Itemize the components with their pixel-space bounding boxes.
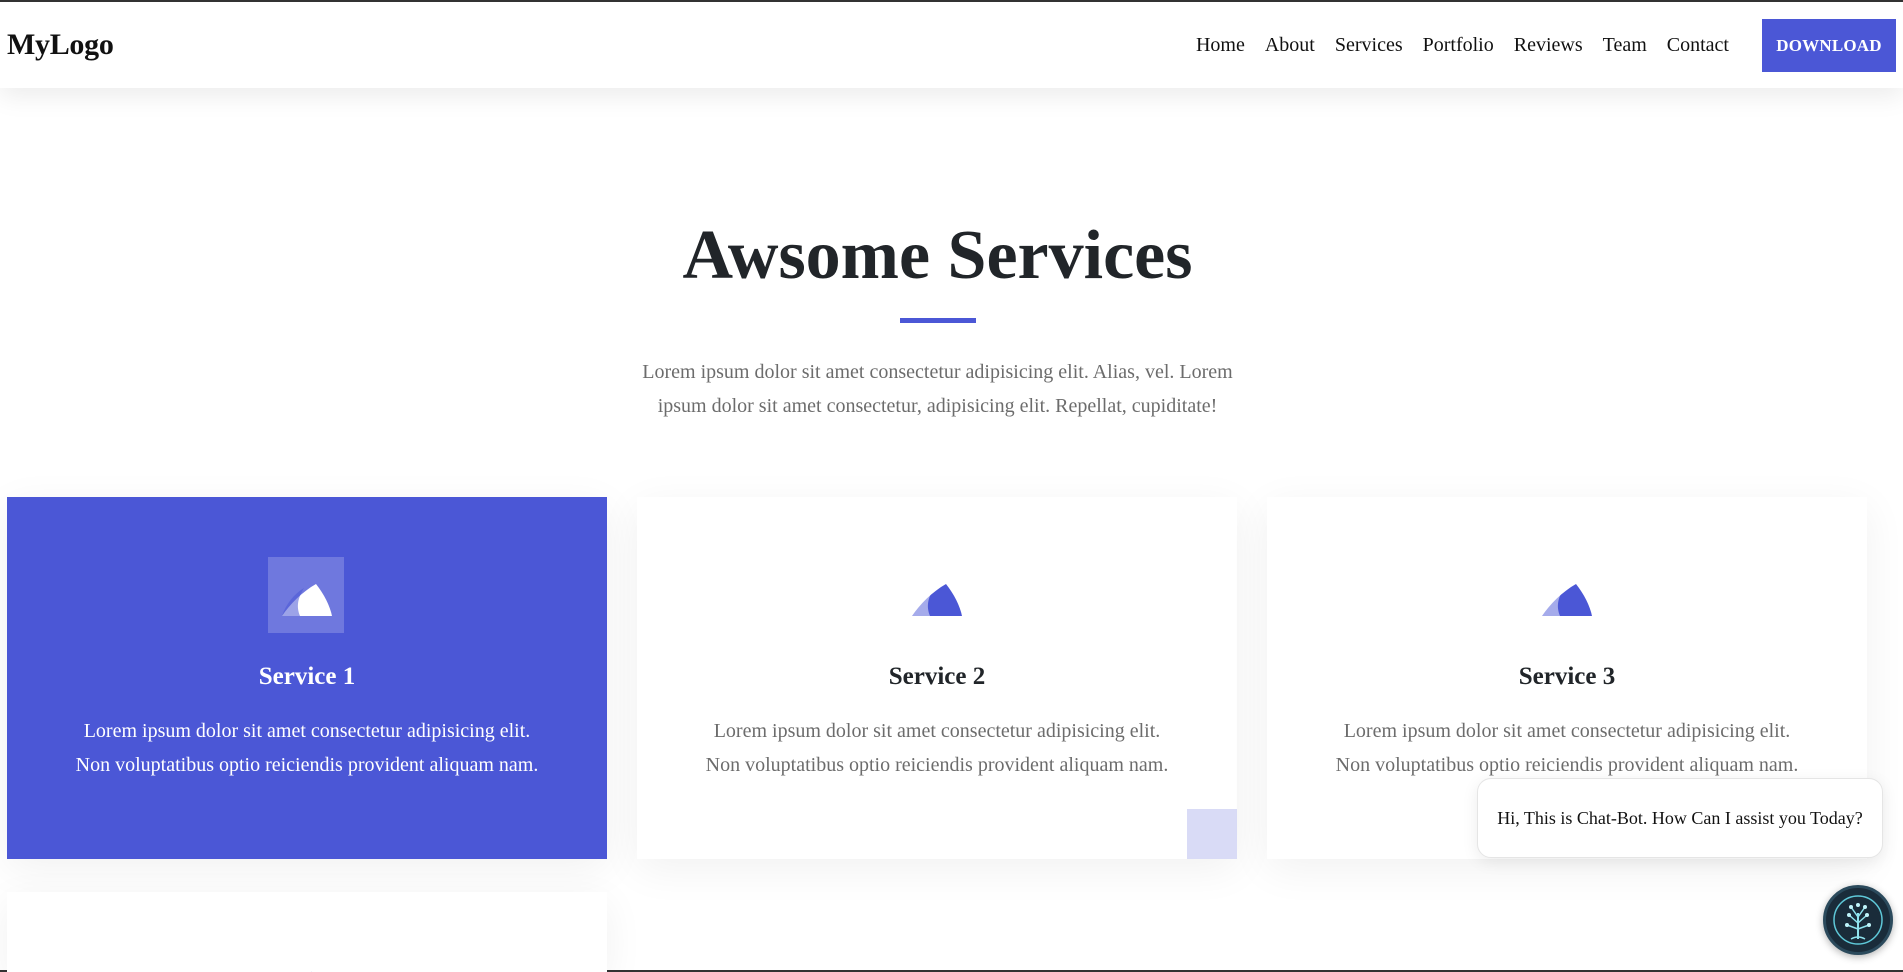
nav-link-team[interactable]: Team [1593, 34, 1657, 57]
service-card-2[interactable]: Service 2 Lorem ipsum dolor sit amet con… [637, 497, 1237, 859]
nav-link-about[interactable]: About [1255, 34, 1325, 57]
nav-link-home[interactable]: Home [1186, 34, 1255, 57]
service-text-line-1: Lorem ipsum dolor sit amet consectetur a… [713, 720, 1161, 742]
nav-link-portfolio[interactable]: Portfolio [1413, 34, 1504, 57]
service-text-line-1: Lorem ipsum dolor sit amet consectetur a… [1343, 720, 1791, 742]
title-underline [900, 318, 976, 323]
section-description: Lorem ipsum dolor sit amet consectetur a… [630, 355, 1245, 423]
shark-fin-icon [268, 557, 344, 633]
service-text-line-2: Non voluptatibus optio reiciendis provid… [75, 754, 539, 776]
nav-link-contact[interactable]: Contact [1657, 34, 1739, 57]
description-line-2: ipsum dolor sit amet consectetur, adipis… [657, 395, 1218, 417]
nav-link-services[interactable]: Services [1325, 34, 1413, 57]
logo[interactable]: MyLogo [7, 28, 114, 62]
service-description: Lorem ipsum dolor sit amet consectetur a… [47, 714, 567, 782]
service-text-line-2: Non voluptatibus optio reiciendis provid… [705, 754, 1169, 776]
description-line-1: Lorem ipsum dolor sit amet consectetur a… [642, 361, 1233, 383]
shark-fin-icon [898, 557, 974, 633]
service-title: Service 3 [1518, 663, 1616, 690]
download-button[interactable]: DOWNLOAD [1762, 19, 1896, 72]
service-card-1[interactable]: Service 1 Lorem ipsum dolor sit amet con… [7, 497, 607, 859]
service-description: Lorem ipsum dolor sit amet consectetur a… [1307, 714, 1827, 782]
corner-accent [1187, 809, 1237, 859]
chatbot-tree-icon[interactable] [1823, 885, 1893, 955]
shark-fin-icon [291, 966, 321, 972]
section-title: Awsome Services [682, 217, 1193, 294]
service-title: Service 1 [258, 663, 356, 690]
chatbot-message-bubble[interactable]: Hi, This is Chat-Bot. How Can I assist y… [1477, 778, 1883, 858]
shark-fin-icon [1528, 557, 1604, 633]
nav-links: Home About Services Portfolio Reviews Te… [1186, 34, 1739, 57]
nav-link-reviews[interactable]: Reviews [1504, 34, 1593, 57]
service-card-4[interactable] [7, 892, 607, 972]
service-text-line-1: Lorem ipsum dolor sit amet consectetur a… [83, 720, 531, 742]
chatbot-message: Hi, This is Chat-Bot. How Can I assist y… [1497, 807, 1863, 828]
service-description: Lorem ipsum dolor sit amet consectetur a… [677, 714, 1197, 782]
service-title: Service 2 [888, 663, 986, 690]
navbar: MyLogo Home About Services Portfolio Rev… [0, 2, 1903, 88]
service-text-line-2: Non voluptatibus optio reiciendis provid… [1335, 754, 1799, 776]
